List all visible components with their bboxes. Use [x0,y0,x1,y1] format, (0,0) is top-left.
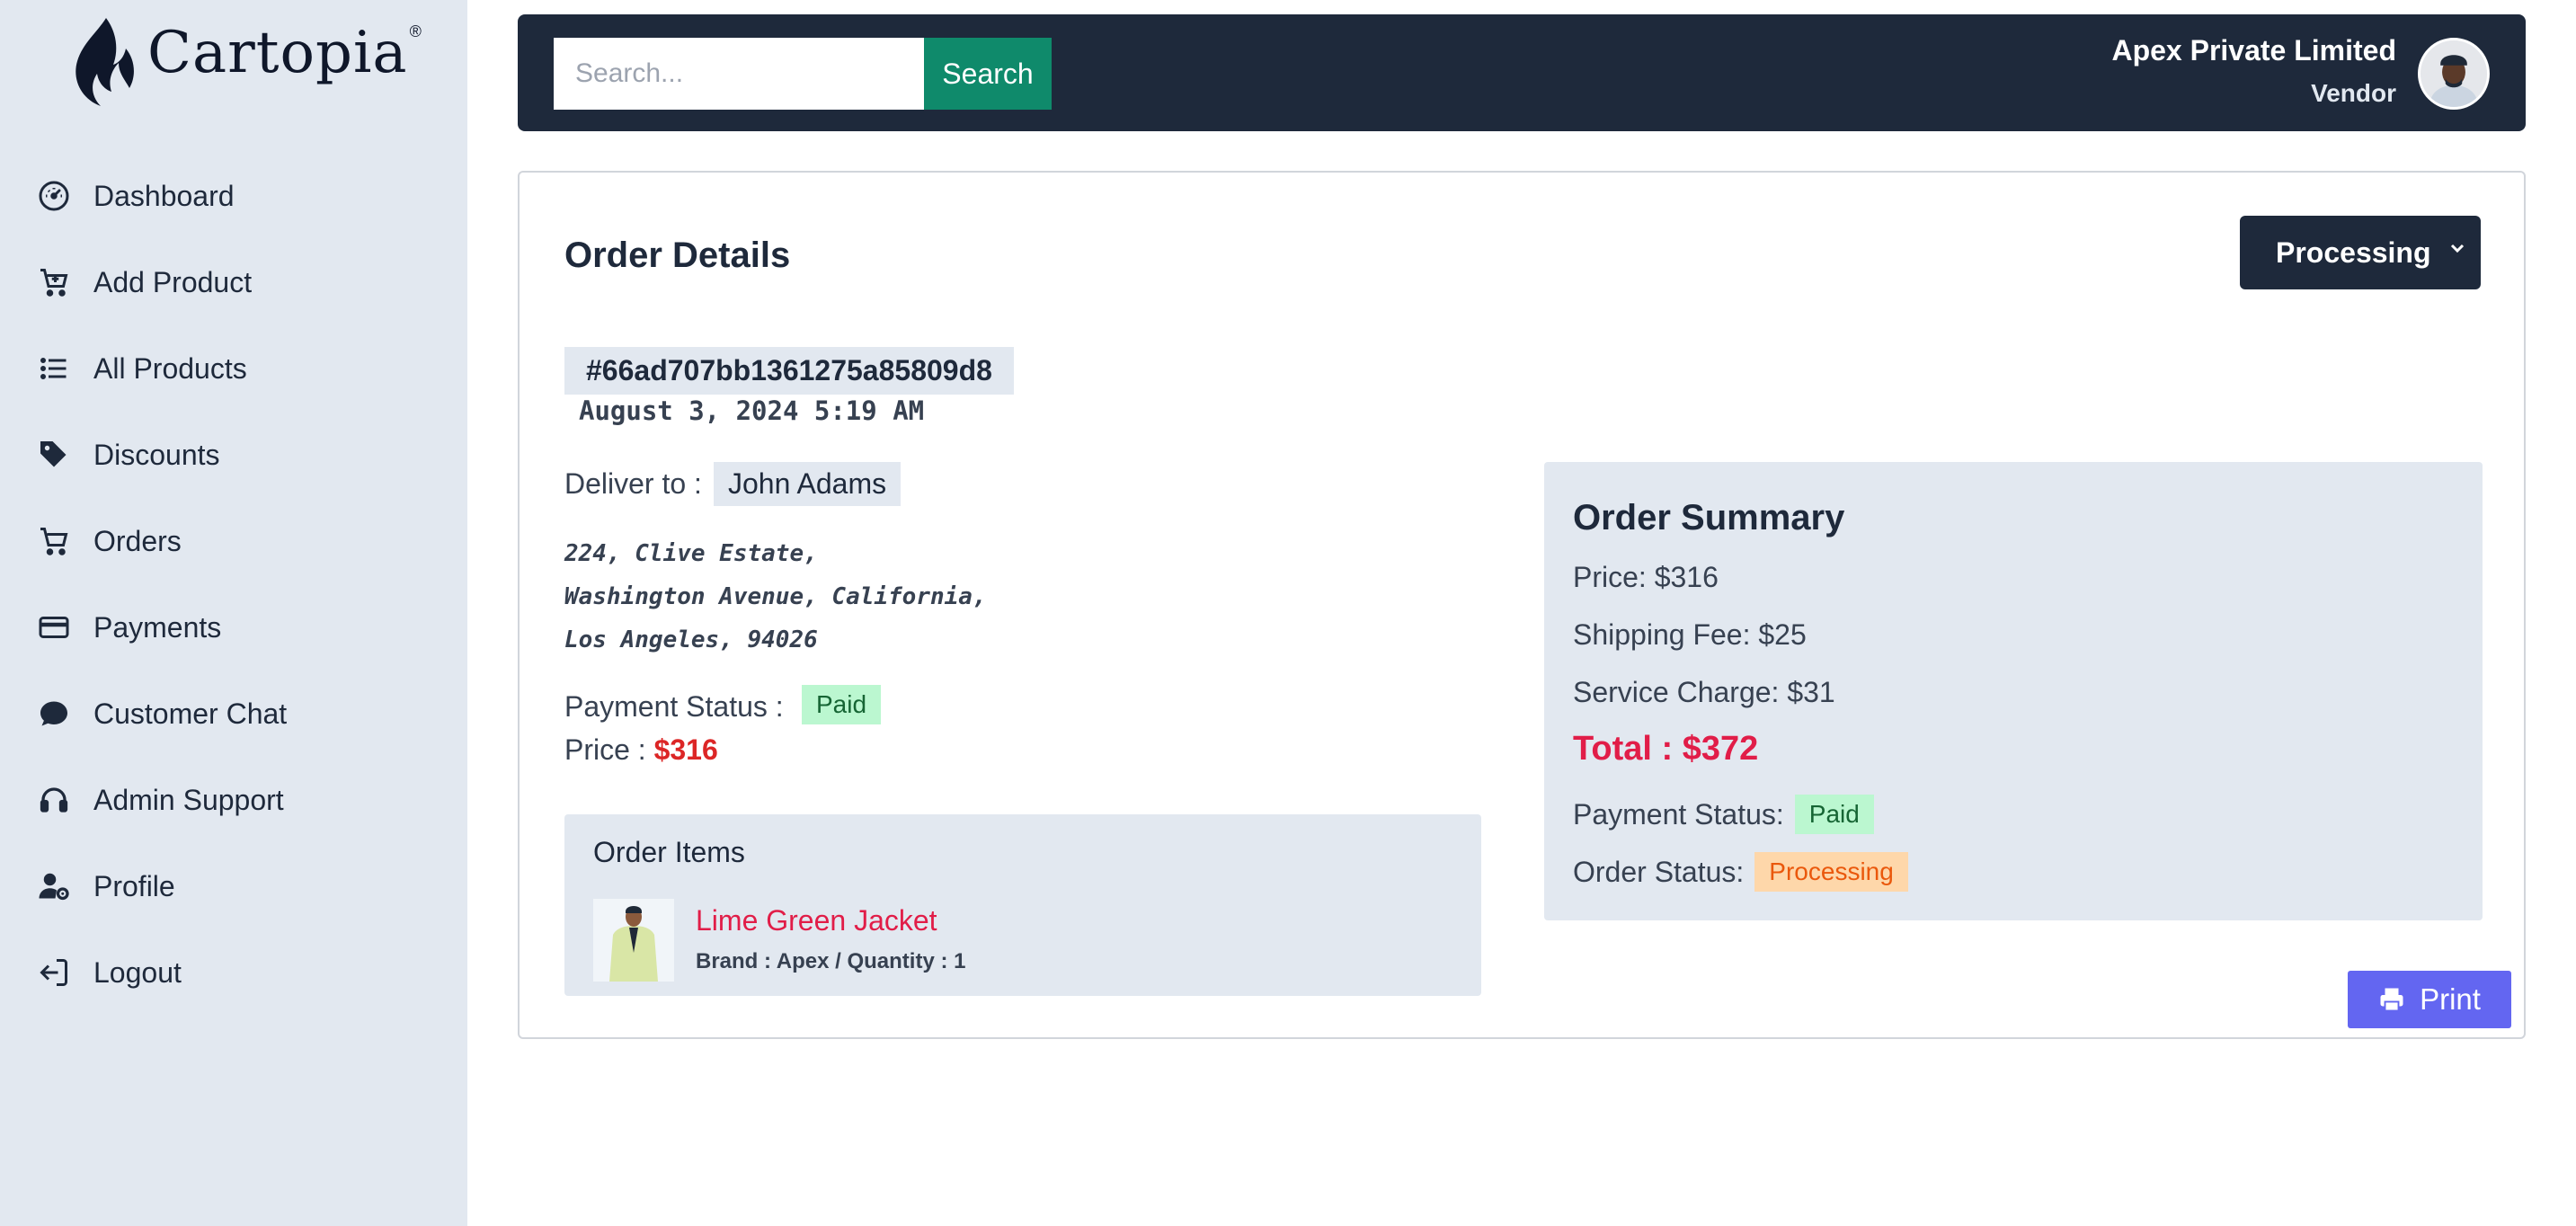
sidebar-item-payments[interactable]: Payments [36,584,287,671]
top-header: Search Apex Private Limited Vendor [518,14,2526,131]
page-title: Order Details [564,235,791,275]
sidebar-item-label: All Products [93,351,247,385]
order-id: #66ad707bb1361275a85809d8 [564,347,1014,395]
list-icon [36,351,72,386]
sidebar-item-label: Profile [93,869,175,902]
deliver-to-label: Deliver to : [564,467,702,500]
gauge-icon [36,178,72,214]
address-line: Los Angeles, 94026 [564,626,818,653]
price-label: Price : [564,733,646,766]
address-line: 224, Clive Estate, [564,540,818,567]
brand-logo[interactable]: Cartopia ® [70,16,422,108]
order-items-title: Order Items [593,836,745,868]
summary-order-status-label: Order Status: [1573,855,1745,888]
item-meta: Brand : Apex / Quantity : 1 [696,949,966,973]
tags-icon [36,437,72,473]
order-date: August 3, 2024 5:19 AM [579,395,925,426]
brand-name: Cartopia [147,20,408,86]
sidebar-item-dashboard[interactable]: Dashboard [36,153,287,239]
deliver-to-name: John Adams [714,462,902,506]
sidebar-item-label: Dashboard [93,179,235,212]
sidebar-item-all-products[interactable]: All Products [36,325,287,412]
chat-icon [36,696,72,732]
sidebar-item-customer-chat[interactable]: Customer Chat [36,671,287,757]
print-label: Print [2420,982,2481,1016]
sidebar-nav: Dashboard Add Product All Products Disco… [36,153,287,1016]
sidebar: Cartopia ® Dashboard Add Product All Pro… [0,0,467,1226]
order-summary-box: Order Summary Price: $316 Shipping Fee: … [1544,462,2483,920]
summary-payment-row: Payment Status: Paid [1573,795,1874,834]
sidebar-item-add-product[interactable]: Add Product [36,239,287,325]
cart-plus-icon [36,264,72,300]
search-button[interactable]: Search [924,38,1052,110]
sidebar-item-label: Logout [93,955,182,989]
sidebar-item-logout[interactable]: Logout [36,929,287,1016]
user-gear-icon [36,868,72,904]
vendor-name: Apex Private Limited [2111,34,2396,67]
printer-icon [2380,988,2403,1012]
summary-shipping-fee: Shipping Fee: $25 [1573,618,1807,651]
payment-status-label: Payment Status : [564,690,784,723]
address-line: Washington Avenue, California, [564,583,987,610]
order-status-select-value: Processing [2276,235,2431,269]
sidebar-item-profile[interactable]: Profile [36,843,287,929]
summary-order-status-badge: Processing [1754,852,1908,892]
summary-order-status-row: Order Status: Processing [1573,852,1908,892]
chevron-down-icon [2450,244,2465,253]
order-summary-title: Order Summary [1573,498,1845,537]
registered-mark: ® [409,22,422,40]
cart-icon [36,523,72,559]
delivery-address: 224, Clive Estate, Washington Avenue, Ca… [564,532,987,662]
sidebar-item-discounts[interactable]: Discounts [36,412,287,498]
vendor-role: Vendor [2311,79,2396,107]
sidebar-item-label: Add Product [93,265,253,298]
print-button[interactable]: Print [2348,971,2511,1028]
sidebar-item-label: Orders [93,524,182,557]
sidebar-item-label: Payments [93,610,222,644]
headset-icon [36,782,72,818]
price-row: Price : $316 [564,733,718,767]
payment-status-badge: Paid [802,685,882,724]
credit-card-icon [36,609,72,645]
sidebar-item-label: Admin Support [93,783,284,816]
summary-total: Total : $372 [1573,730,1759,768]
summary-price: Price: $316 [1573,561,1719,593]
item-thumbnail[interactable] [593,899,674,982]
avatar[interactable] [2418,38,2490,110]
sidebar-item-orders[interactable]: Orders [36,498,287,584]
order-details-panel: Order Details Processing #66ad707bb13612… [518,171,2526,1039]
search-input[interactable] [554,38,924,110]
price-value: $316 [653,733,718,766]
item-name-link[interactable]: Lime Green Jacket [696,904,937,937]
order-status-select[interactable]: Processing [2240,216,2481,289]
order-items-box: Order Items Lime Green Jacket Brand : Ap… [564,814,1481,996]
sidebar-item-label: Discounts [93,438,220,471]
summary-service-charge: Service Charge: $31 [1573,676,1835,708]
flame-logo-icon [76,18,134,106]
sidebar-item-label: Customer Chat [93,697,288,730]
summary-payment-badge: Paid [1794,795,1874,834]
logout-icon [36,955,72,991]
sidebar-item-admin-support[interactable]: Admin Support [36,757,287,843]
summary-payment-label: Payment Status: [1573,797,1784,831]
